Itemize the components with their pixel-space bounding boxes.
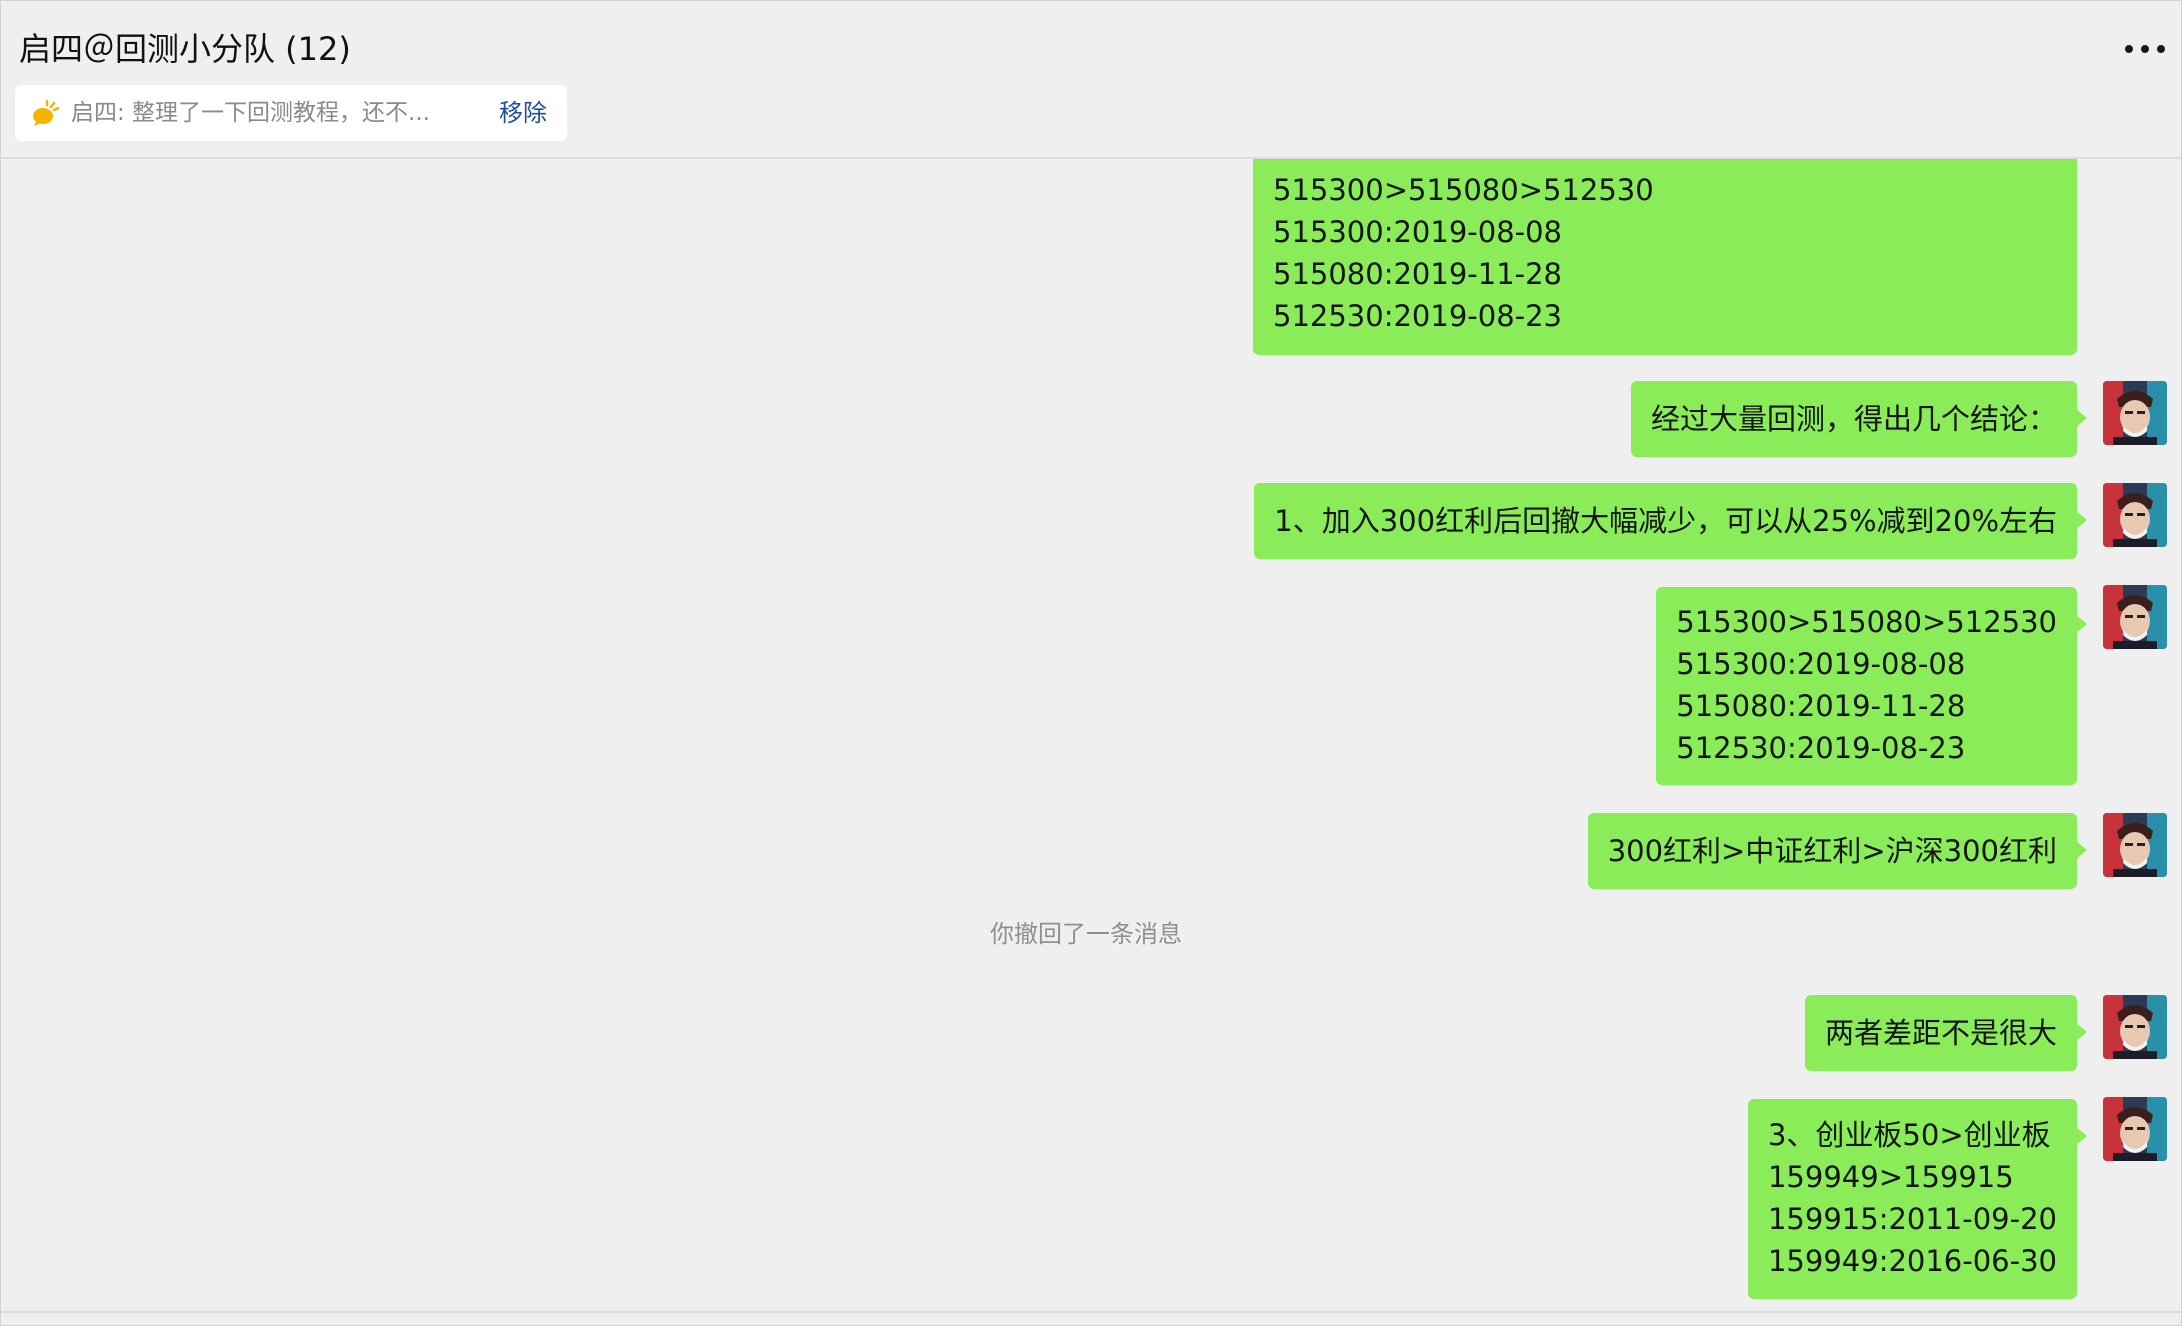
message-line: 515300:2019-08-08 bbox=[1676, 647, 1966, 681]
avatar[interactable] bbox=[2103, 483, 2167, 547]
message-line: 515080:2019-11-28 bbox=[1273, 257, 1563, 291]
message-line: 515300>515080>512530 bbox=[1676, 605, 2057, 639]
avatar[interactable] bbox=[2103, 585, 2167, 649]
message-line: 159949:2016-06-30 bbox=[1767, 1244, 2057, 1278]
message-line: 300红利>中证红利>沪深300红利 bbox=[1607, 834, 2057, 868]
pinned-message-text[interactable]: 启四: 整理了一下回测教程，还不... bbox=[71, 97, 430, 129]
more-dots-icon[interactable] bbox=[2125, 41, 2165, 57]
message-line: 515080:2019-11-28 bbox=[1676, 689, 1966, 723]
message-line: 两者差距不是很大 bbox=[1824, 1016, 2057, 1050]
message-line: 512530:2019-08-23 bbox=[1676, 731, 1966, 765]
message-line: 3、创业板50>创业板 bbox=[1767, 1118, 2051, 1152]
message-bubble[interactable]: 两者差距不是很大 bbox=[1804, 995, 2087, 1071]
avatar[interactable] bbox=[2103, 995, 2167, 1059]
recall-notice: 你撤回了一条消息 bbox=[990, 920, 1182, 948]
message-line: 1、加入300红利后回撤大幅减少，可以从25%减到20%左右 bbox=[1274, 504, 2057, 538]
remove-pin-button[interactable]: 移除 bbox=[499, 97, 547, 129]
avatar[interactable] bbox=[2103, 1097, 2167, 1161]
message-list[interactable]: 515300>515080>512530 515300:2019-08-08 5… bbox=[1, 159, 2181, 1311]
message-line: 159949>159915 bbox=[1767, 1160, 2014, 1194]
message-line: 159915:2011-09-20 bbox=[1767, 1202, 2057, 1236]
chat-title: 启四＠回测小分队 (12) bbox=[19, 30, 351, 68]
message-bubble[interactable]: 3、创业板50>创业板 159949>159915 159915:2011-09… bbox=[1747, 1099, 2087, 1299]
message-bubble[interactable]: 515300>515080>512530 515300:2019-08-08 5… bbox=[1253, 159, 2077, 355]
speech-bubble-icon bbox=[33, 99, 59, 126]
message-line: 经过大量回测，得出几个结论： bbox=[1650, 402, 2057, 436]
message-bubble[interactable]: 1、加入300红利后回撤大幅减少，可以从25%减到20%左右 bbox=[1254, 483, 2087, 559]
chat-window: 启四＠回测小分队 (12) 启四: 整理了一下回测教程，还不... 移除 515… bbox=[0, 0, 2182, 1326]
chat-header: 启四＠回测小分队 (12) 启四: 整理了一下回测教程，还不... 移除 bbox=[1, 1, 2181, 159]
avatar[interactable] bbox=[2103, 813, 2167, 877]
input-divider bbox=[1, 1311, 2181, 1313]
message-bubble[interactable]: 515300>515080>512530 515300:2019-08-08 5… bbox=[1656, 587, 2087, 785]
message-line: 512530:2019-08-23 bbox=[1273, 299, 1563, 333]
pinned-message-bar[interactable]: 启四: 整理了一下回测教程，还不... 移除 bbox=[15, 85, 567, 141]
avatar[interactable] bbox=[2103, 381, 2167, 445]
message-line: 515300>515080>512530 bbox=[1273, 173, 1654, 207]
message-bubble[interactable]: 300红利>中证红利>沪深300红利 bbox=[1587, 813, 2087, 889]
message-bubble[interactable]: 经过大量回测，得出几个结论： bbox=[1630, 381, 2087, 457]
message-line: 515300:2019-08-08 bbox=[1273, 215, 1563, 249]
